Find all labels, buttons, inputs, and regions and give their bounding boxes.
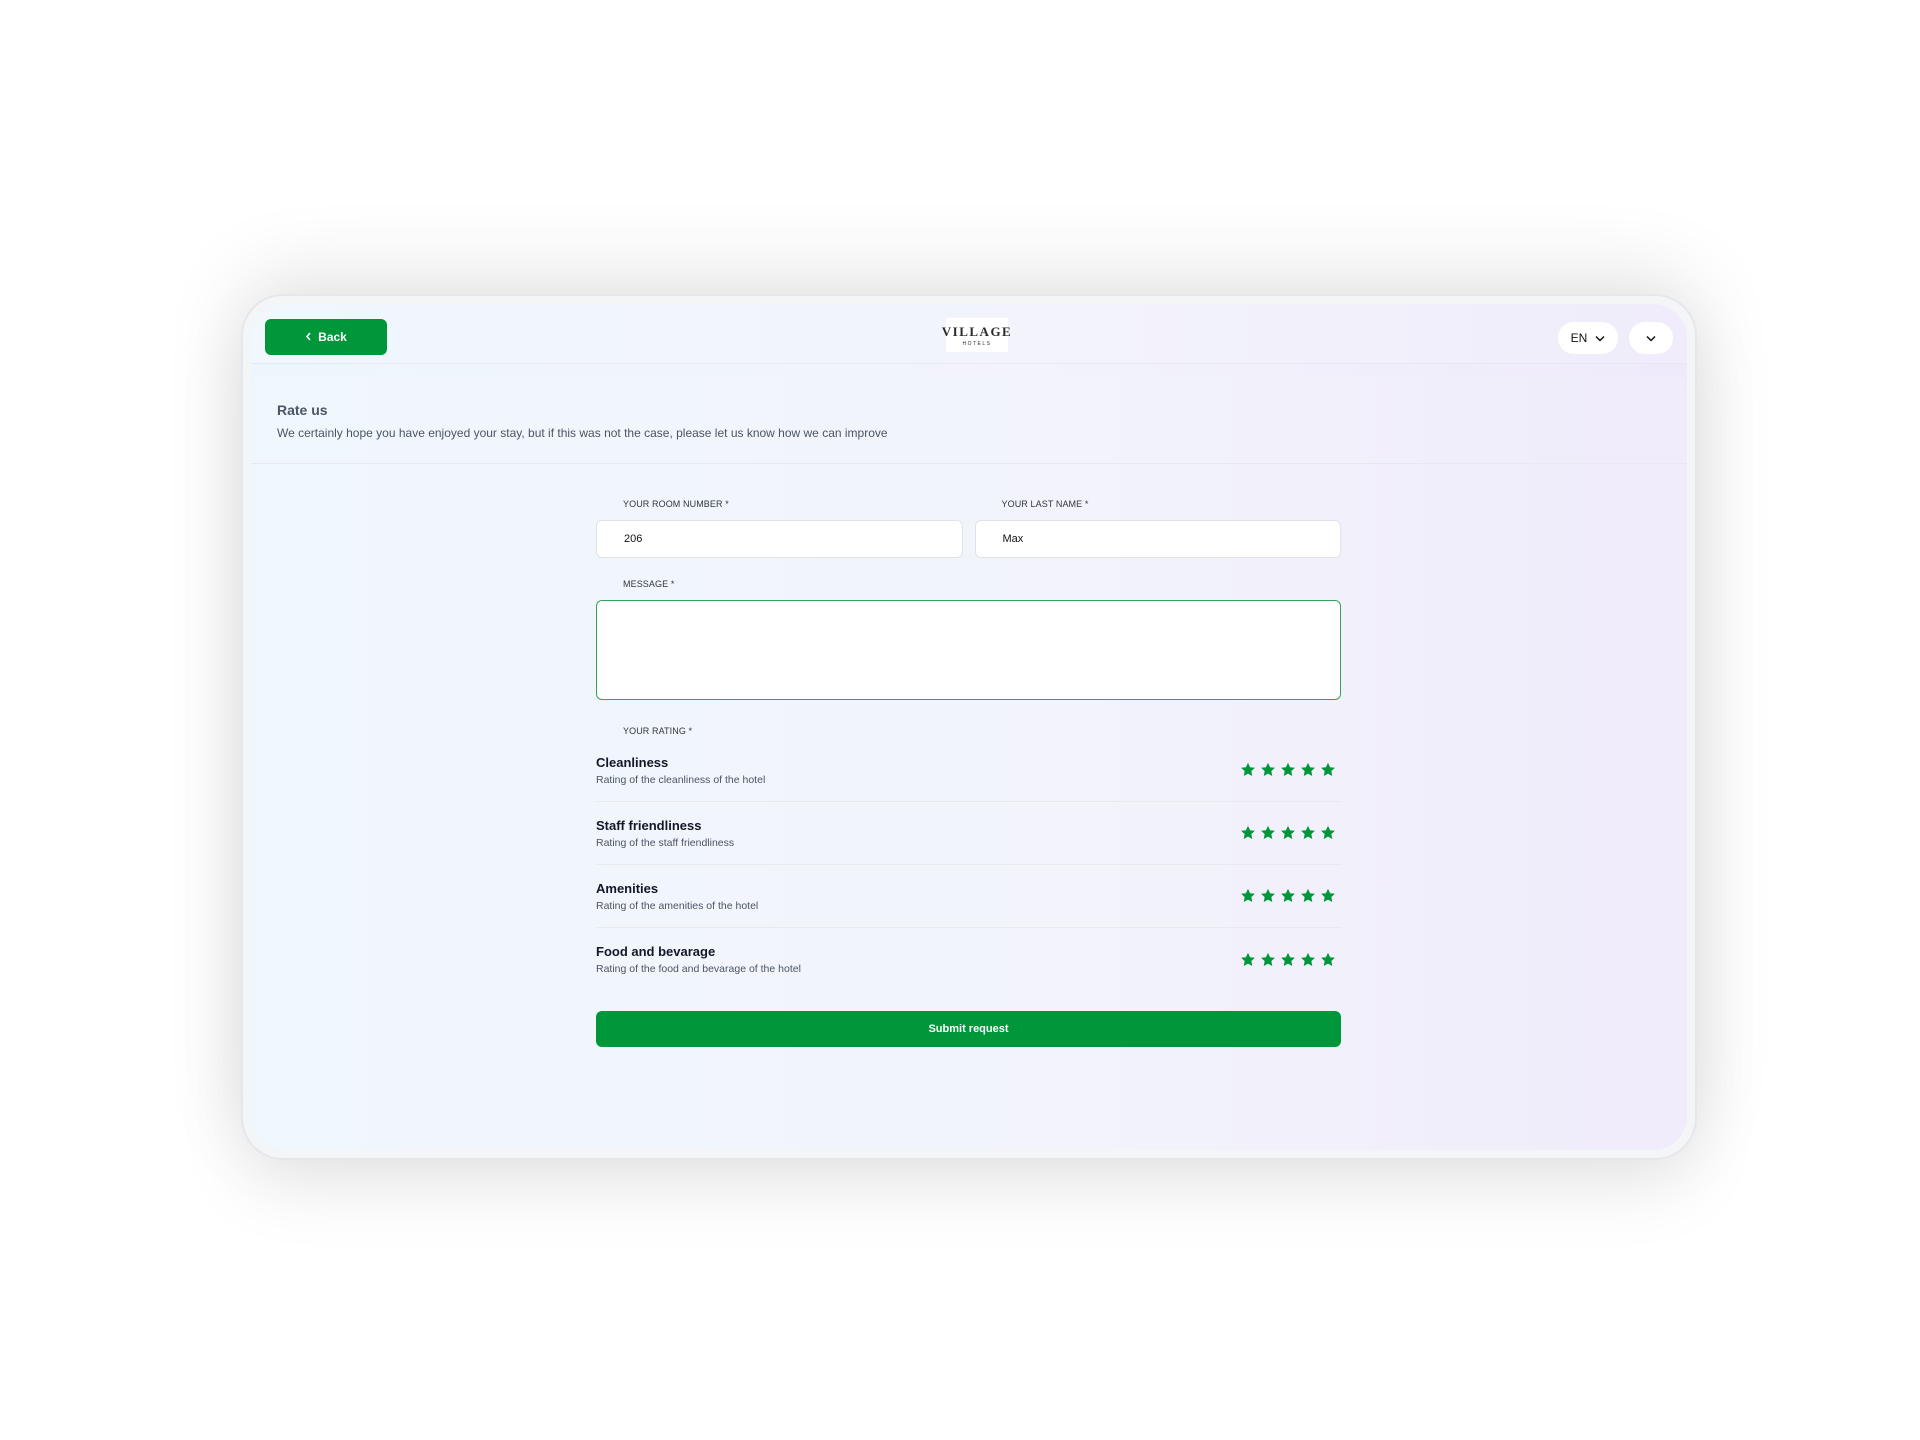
star-icon[interactable] — [1321, 763, 1335, 777]
star-icon[interactable] — [1281, 763, 1295, 777]
star-icon[interactable] — [1241, 889, 1255, 903]
star-rating — [1241, 763, 1341, 777]
star-rating — [1241, 889, 1341, 903]
language-select[interactable]: EN — [1558, 322, 1618, 354]
section-header: Rate us We certainly hope you have enjoy… — [251, 376, 1687, 464]
star-icon[interactable] — [1241, 763, 1255, 777]
top-bar: Back VILLAGE HOTELS EN — [251, 304, 1687, 364]
star-icon[interactable] — [1321, 952, 1335, 967]
last-name-label: YOUR LAST NAME * — [1001, 499, 1089, 509]
chevron-down-icon — [1646, 329, 1656, 347]
chevron-down-icon — [1595, 331, 1605, 345]
rating-title: Staff friendliness — [596, 817, 702, 833]
identity-row: YOUR ROOM NUMBER * YOUR LAST NAME * — [596, 496, 1341, 558]
star-icon[interactable] — [1261, 952, 1275, 967]
star-icon[interactable] — [1281, 952, 1295, 967]
room-number-label: YOUR ROOM NUMBER * — [623, 499, 729, 509]
star-icon[interactable] — [1241, 952, 1255, 967]
star-icon[interactable] — [1301, 826, 1315, 840]
rating-text: Cleanliness Rating of the cleanliness of … — [596, 755, 765, 786]
star-icon[interactable] — [1281, 889, 1295, 903]
hotel-logo: VILLAGE HOTELS — [942, 318, 1011, 352]
message-field-group: MESSAGE * — [596, 576, 1341, 705]
rating-row-food-and-bevarage: Food and bevarage Rating of the food and … — [596, 928, 1341, 991]
star-icon[interactable] — [1321, 826, 1335, 840]
lastname-field-group: YOUR LAST NAME * — [974, 496, 1341, 558]
last-name-input[interactable] — [974, 520, 1341, 558]
page-subtitle: We certainly hope you have enjoyed your … — [277, 426, 888, 440]
rating-text: Food and bevarage Rating of the food and … — [596, 944, 801, 975]
rating-row-staff-friendliness: Staff friendliness Rating of the staff fr… — [596, 802, 1341, 865]
rating-form: YOUR ROOM NUMBER * YOUR LAST NAME * MESS… — [596, 496, 1341, 1047]
chevron-left-icon — [305, 330, 312, 344]
star-icon[interactable] — [1241, 826, 1255, 840]
rating-description: Rating of the cleanliness of the hotel — [596, 773, 766, 786]
back-label: Back — [318, 330, 347, 344]
star-rating — [1241, 826, 1341, 840]
rating-text: Staff friendliness Rating of the staff fr… — [596, 818, 734, 849]
star-rating — [1241, 952, 1341, 967]
app-screen: Back VILLAGE HOTELS EN Rate us We certai… — [251, 304, 1687, 1150]
room-field-group: YOUR ROOM NUMBER * — [596, 496, 963, 558]
menu-dropdown[interactable] — [1629, 322, 1673, 354]
rating-title: Amenities — [596, 880, 659, 896]
rating-label: YOUR RATING * — [623, 726, 693, 736]
rating-text: Amenities Rating of the amenities of the … — [596, 881, 758, 912]
tablet-frame: Back VILLAGE HOTELS EN Rate us We certai… — [241, 294, 1697, 1160]
star-icon[interactable] — [1321, 889, 1335, 903]
rating-list: Cleanliness Rating of the cleanliness of … — [596, 739, 1341, 991]
star-icon[interactable] — [1301, 952, 1315, 967]
page-title: Rate us — [277, 402, 328, 418]
logo-primary: VILLAGE — [941, 323, 1013, 339]
message-textarea[interactable] — [596, 600, 1341, 700]
star-icon[interactable] — [1261, 826, 1275, 840]
back-button[interactable]: Back — [265, 319, 387, 355]
submit-button[interactable]: Submit request — [596, 1011, 1341, 1047]
rating-row-cleanliness: Cleanliness Rating of the cleanliness of … — [596, 739, 1341, 802]
rating-description: Rating of the amenities of the hotel — [596, 899, 759, 912]
star-icon[interactable] — [1261, 889, 1275, 903]
star-icon[interactable] — [1281, 826, 1295, 840]
star-icon[interactable] — [1261, 763, 1275, 777]
rating-description: Rating of the staff friendliness — [596, 836, 735, 849]
content-card: Rate us We certainly hope you have enjoy… — [251, 376, 1687, 1150]
message-label: MESSAGE * — [623, 579, 675, 589]
logo-secondary: HOTELS — [962, 340, 992, 347]
rating-row-amenities: Amenities Rating of the amenities of the … — [596, 865, 1341, 928]
star-icon[interactable] — [1301, 889, 1315, 903]
language-value: EN — [1570, 331, 1588, 345]
rating-description: Rating of the food and bevarage of the h… — [596, 963, 801, 975]
rating-title: Cleanliness — [596, 754, 669, 770]
star-icon[interactable] — [1301, 763, 1315, 777]
rating-title: Food and bevarage — [596, 944, 716, 959]
room-number-input[interactable] — [596, 520, 963, 558]
rating-section: YOUR RATING * Cleanliness Rating of the c… — [596, 723, 1341, 991]
